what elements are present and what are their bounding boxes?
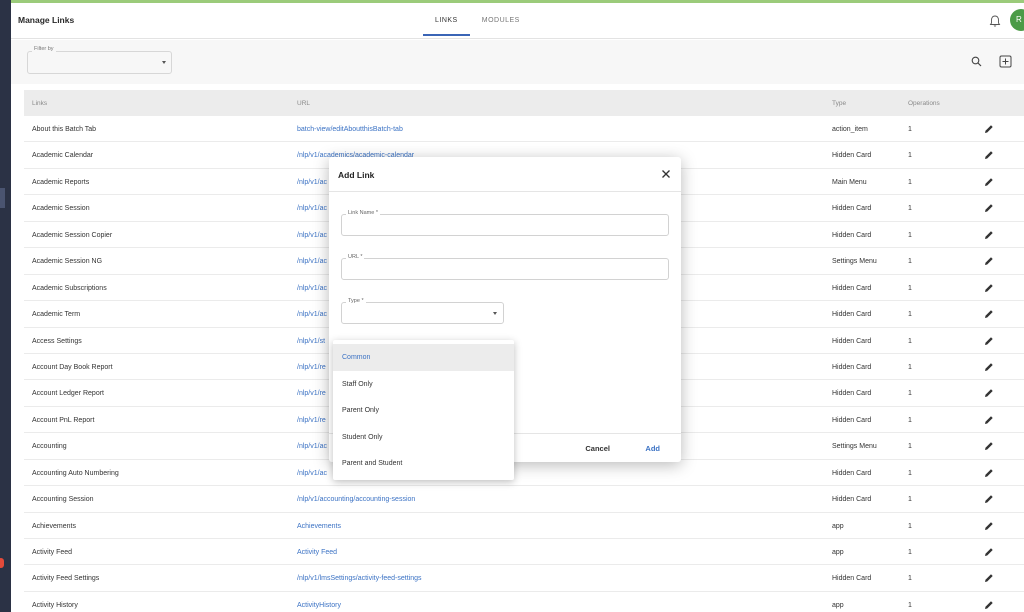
type-option-parent-and-student[interactable]: Parent and Student [333,450,514,477]
sidebar-active-marker [0,188,5,208]
dialog-title: Add Link [338,170,375,180]
page-header: Manage Links LINKS MODULES R [11,3,1024,39]
add-button[interactable]: Add [645,444,660,453]
caret-down-icon [162,61,166,64]
page-title: Manage Links [18,15,75,25]
caret-down-icon [493,312,497,315]
avatar[interactable]: R [1010,9,1024,31]
filter-select[interactable]: Filter by [27,46,172,74]
close-icon[interactable] [661,169,671,179]
link-name-field[interactable]: Link Name * [341,210,669,236]
type-option-staff-only[interactable]: Staff Only [333,371,514,398]
link-name-label: Link Name * [346,210,380,216]
add-box-icon[interactable] [999,55,1012,68]
filter-label: Filter by [32,46,56,52]
tab-modules[interactable]: MODULES [470,3,532,36]
cancel-button[interactable]: Cancel [585,444,610,453]
type-option-parent-only[interactable]: Parent Only [333,397,514,424]
url-label: URL * [346,254,365,260]
tab-links[interactable]: LINKS [423,3,470,36]
type-option-student-only[interactable]: Student Only [333,424,514,451]
dialog-header: Add Link [329,157,681,192]
notification-dot [0,558,4,568]
type-dropdown-menu: Common Staff Only Parent Only Student On… [333,340,514,480]
type-select[interactable]: Type * [341,298,504,324]
filter-bar: Filter by [11,40,1024,84]
bell-icon[interactable] [988,14,1002,28]
search-icon[interactable] [971,56,982,67]
tab-bar: LINKS MODULES [423,3,532,39]
url-field[interactable]: URL * [341,254,669,280]
type-option-common[interactable]: Common [333,344,514,371]
type-label: Type * [346,298,366,304]
app-sidebar-strip [0,0,11,612]
